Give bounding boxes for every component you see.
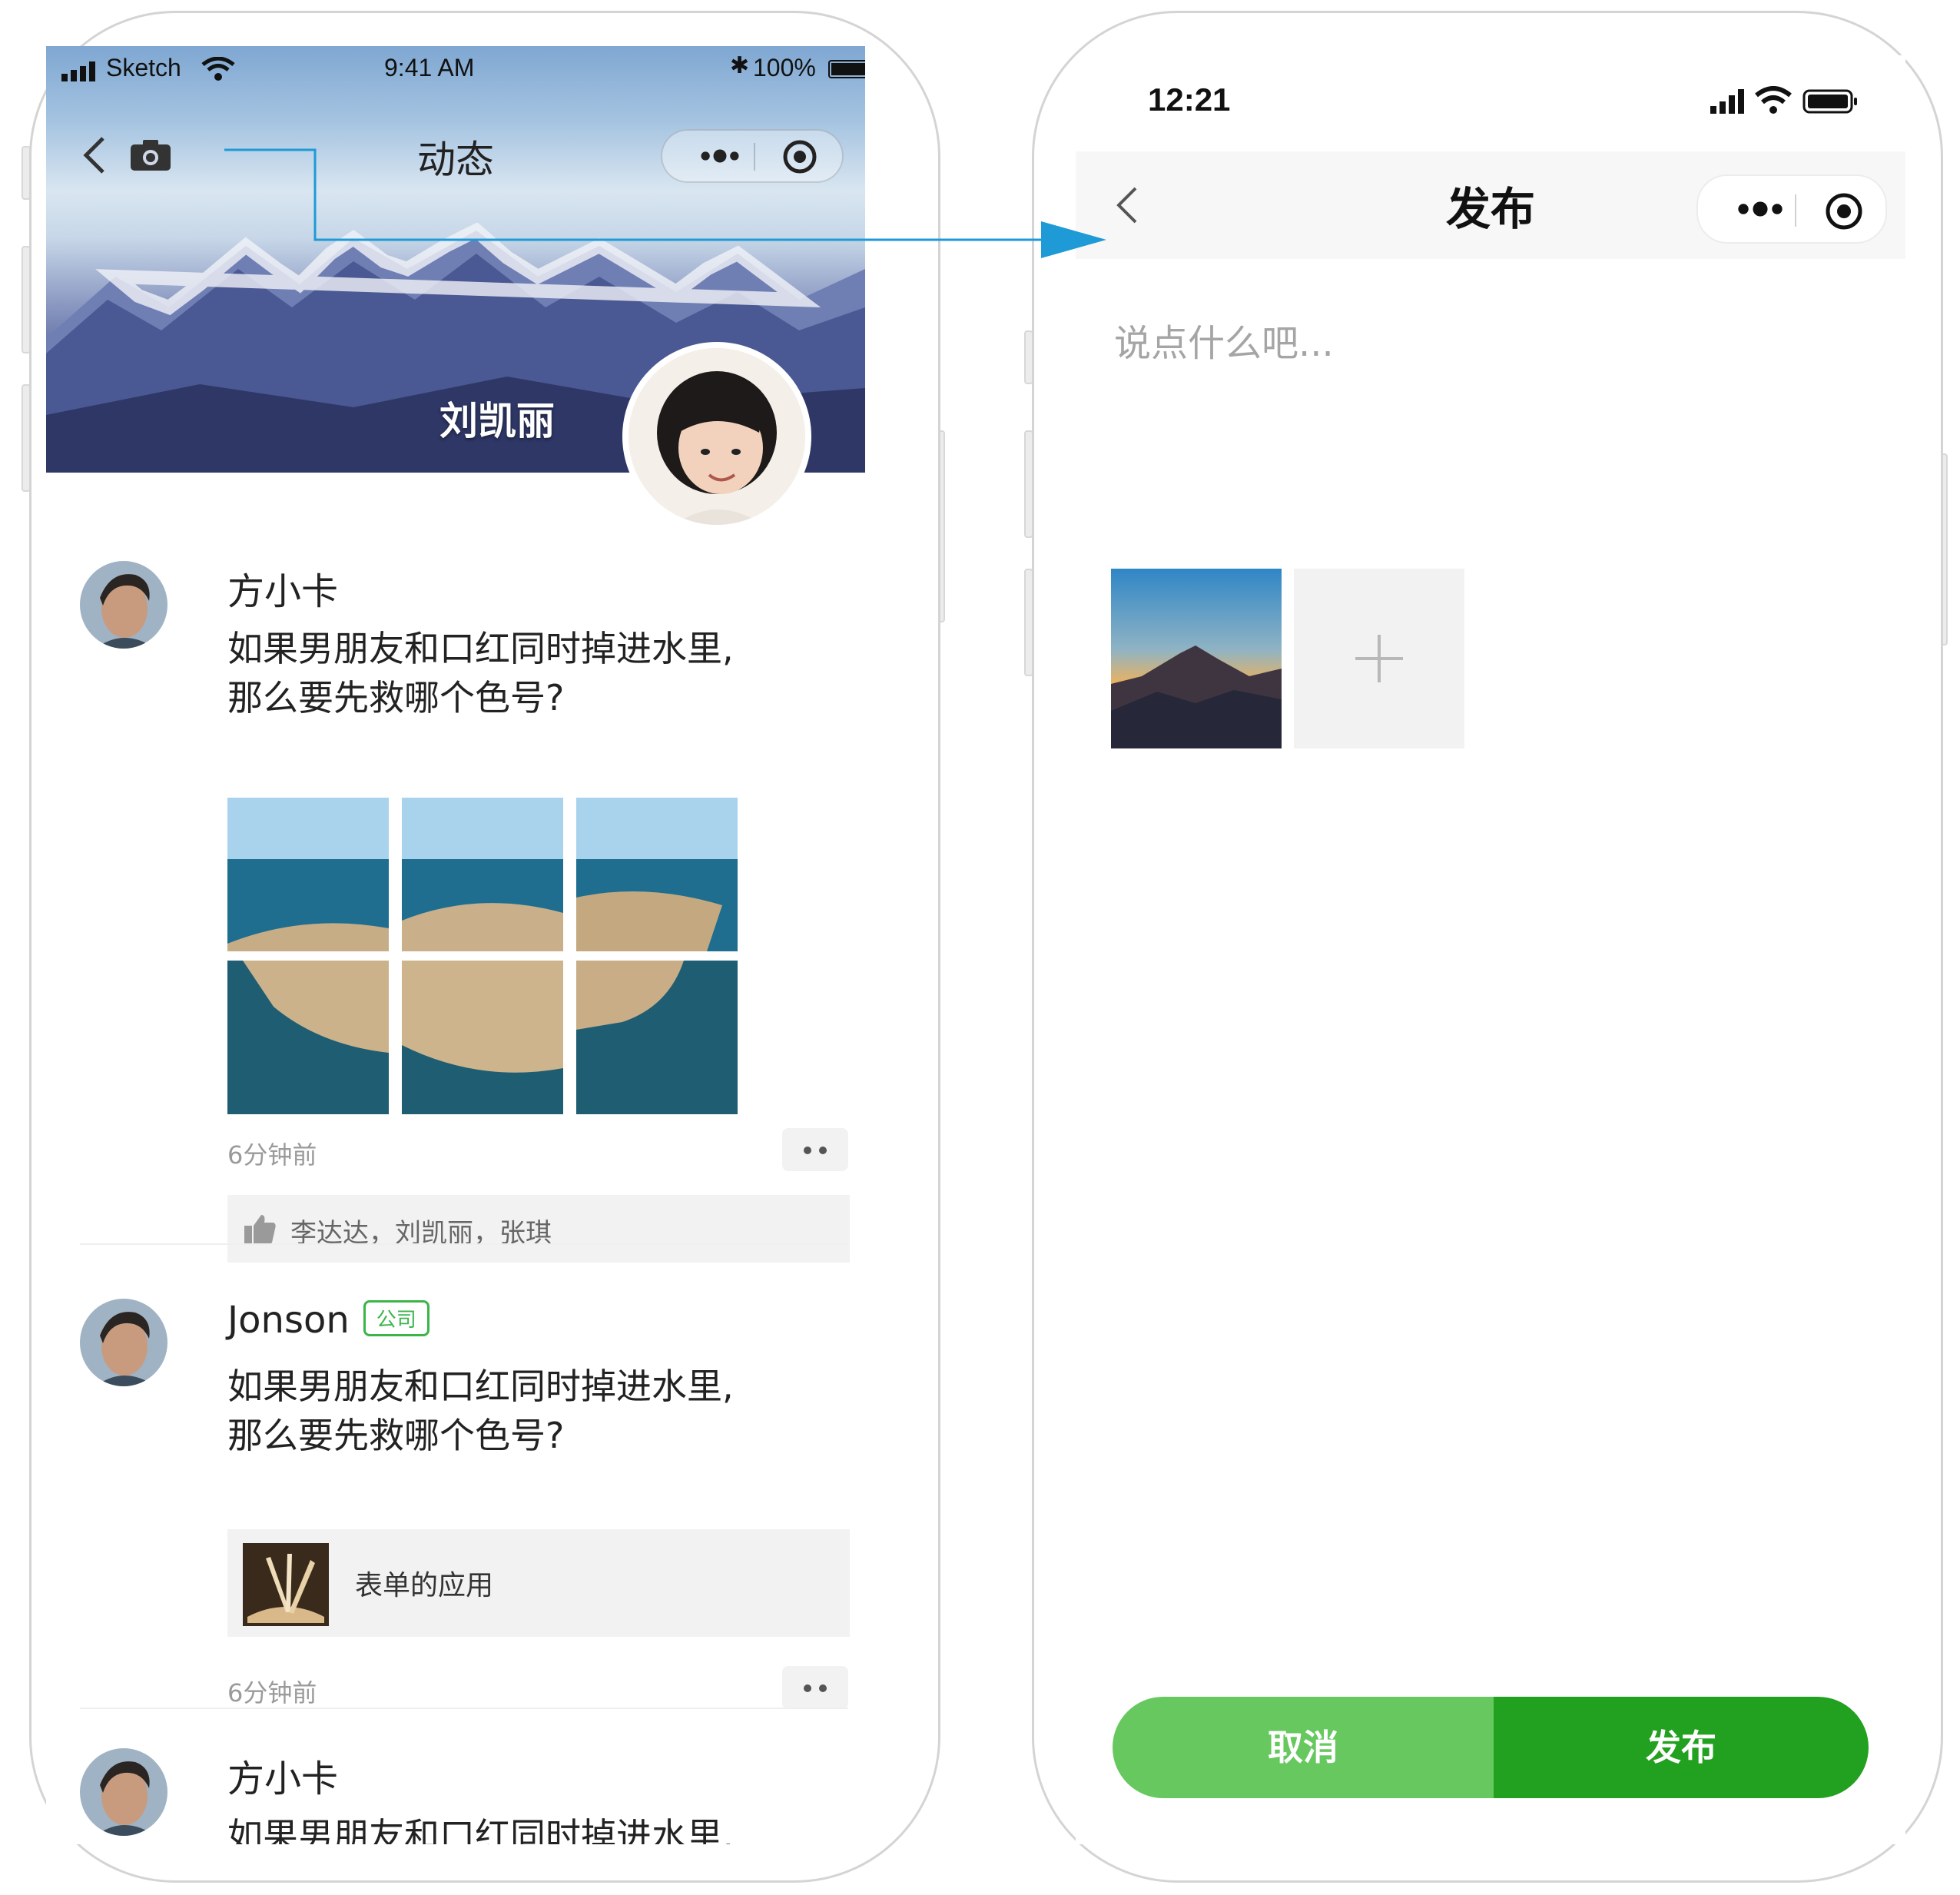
- capsule-divider: [1795, 194, 1796, 227]
- child-portrait-image: [628, 348, 805, 525]
- more-dots-icon[interactable]: [685, 131, 754, 181]
- post-text-line: 那么要先救哪个色号?: [227, 1415, 565, 1456]
- post-text: 如果男朋友和口红同时掉进水里,: [227, 1811, 827, 1844]
- post-time: 6分钟前: [227, 1678, 317, 1707]
- bluetooth-icon: ✱: [730, 53, 750, 78]
- battery-icon: [1802, 89, 1857, 114]
- link-card[interactable]: 表单的应用: [227, 1529, 850, 1637]
- profile-name: 刘凯丽: [439, 399, 555, 443]
- author-name[interactable]: 方小卡: [227, 1748, 338, 1802]
- signal-icon: [1710, 89, 1744, 114]
- avatar[interactable]: [80, 1748, 167, 1836]
- dot: [819, 1147, 827, 1154]
- action-buttons: 取消 发布: [1113, 1697, 1869, 1798]
- grid-image[interactable]: [402, 798, 563, 951]
- profile-avatar[interactable]: [622, 342, 811, 531]
- man-portrait-image: [80, 561, 167, 649]
- grid-image[interactable]: [402, 961, 563, 1114]
- thumb-up-icon: [244, 1215, 276, 1244]
- dot: [804, 1684, 811, 1692]
- post-text: 如果男朋友和口红同时掉进水里, 那么要先救哪个色号?: [227, 624, 827, 722]
- status-bar: 12:21: [1076, 55, 1905, 118]
- post-text-line: 如果男朋友和口红同时掉进水里,: [227, 628, 734, 669]
- nav-bar: 发布: [1076, 151, 1905, 259]
- link-title: 表单的应用: [355, 1570, 494, 1601]
- image-grid: [227, 798, 738, 1114]
- capsule-divider: [754, 143, 755, 171]
- post-text: 如果男朋友和口红同时掉进水里, 那么要先救哪个色号?: [227, 1362, 827, 1460]
- post-text-line: 如果男朋友和口红同时掉进水里,: [227, 1815, 734, 1844]
- mountain-sunset-image: [1111, 569, 1282, 748]
- likes-box: 李达达，刘凯丽，张琪: [227, 1195, 850, 1263]
- dot: [804, 1147, 811, 1154]
- post-divider: [80, 1707, 848, 1709]
- status-time: 9:41 AM: [384, 54, 475, 81]
- battery-percent: 100%: [753, 54, 816, 81]
- grid-image[interactable]: [227, 961, 389, 1114]
- status-time: 12:21: [1148, 81, 1231, 118]
- man-portrait-image: [80, 1299, 167, 1386]
- author-name-text: Jonson: [227, 1299, 350, 1342]
- target-icon[interactable]: [1824, 191, 1864, 231]
- post-text-line: 如果男朋友和口红同时掉进水里,: [227, 1366, 734, 1407]
- mini-program-capsule: [661, 129, 844, 183]
- status-bar: Sketch 9:41 AM ✱ 100%: [46, 46, 865, 92]
- grid-image[interactable]: [227, 798, 389, 951]
- avatar[interactable]: [80, 1299, 167, 1386]
- battery-icon: [828, 60, 865, 78]
- more-dots-icon[interactable]: [1726, 176, 1795, 242]
- nav-bar: 动态: [46, 115, 865, 192]
- man-portrait-image: [80, 1748, 167, 1836]
- company-badge: 公司: [363, 1299, 429, 1336]
- post-time: 6分钟前: [227, 1140, 317, 1170]
- post-more-button[interactable]: [782, 1128, 848, 1171]
- cancel-button[interactable]: 取消: [1113, 1697, 1494, 1798]
- avatar[interactable]: [80, 561, 167, 649]
- mini-program-capsule: [1696, 174, 1887, 244]
- post-more-button[interactable]: [782, 1666, 848, 1709]
- author-name[interactable]: 方小卡: [227, 561, 338, 615]
- book-thumbnail: [243, 1543, 329, 1626]
- wifi-icon: [1755, 86, 1792, 114]
- add-image-button[interactable]: [1294, 569, 1464, 748]
- status-icons: [1710, 86, 1857, 114]
- publish-button[interactable]: 发布: [1494, 1697, 1869, 1798]
- content-input[interactable]: 说点什么吧...: [1076, 274, 1905, 474]
- wifi-icon: [201, 57, 235, 81]
- publish-screen: 12:21 发布 说点什么吧... 取消 发布: [1076, 55, 1905, 1844]
- post-divider: [80, 1243, 848, 1245]
- grid-image[interactable]: [576, 961, 738, 1114]
- moments-screen: Sketch 9:41 AM ✱ 100% 动态 刘凯丽 方小卡 如果男朋友和口…: [46, 46, 865, 1844]
- post-text-line: 那么要先救哪个色号?: [227, 677, 565, 719]
- author-name[interactable]: Jonson 公司: [227, 1299, 429, 1342]
- dot: [819, 1684, 827, 1692]
- uploaded-image[interactable]: [1111, 569, 1282, 748]
- signal-icon: [61, 61, 95, 81]
- plus-icon-bar: [1355, 657, 1403, 660]
- input-placeholder: 说点什么吧...: [1114, 322, 1334, 365]
- target-icon[interactable]: [781, 138, 818, 175]
- grid-image[interactable]: [576, 798, 738, 951]
- carrier-label: Sketch: [106, 54, 181, 81]
